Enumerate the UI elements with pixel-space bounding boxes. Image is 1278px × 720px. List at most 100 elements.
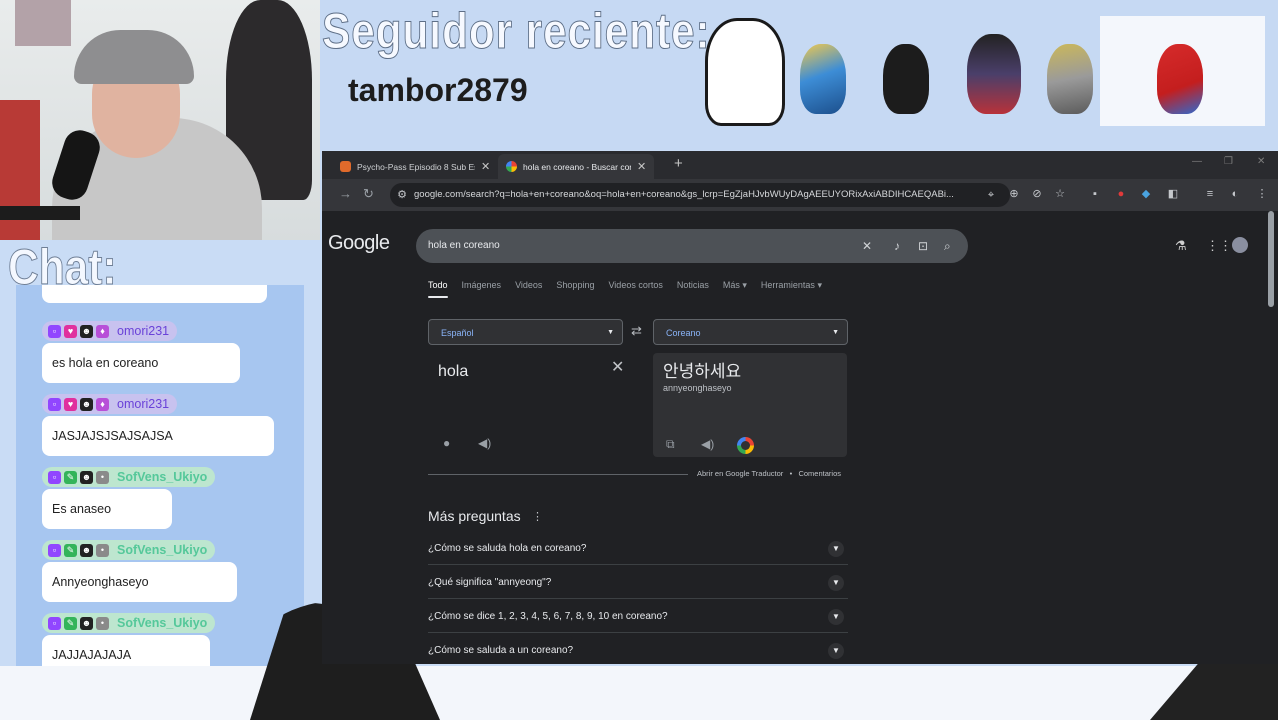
chevron-down-icon[interactable]: ▼ [828, 643, 844, 659]
tab-google-search[interactable]: hola en coreano - Buscar con ✕ [498, 154, 655, 179]
heart-badge-icon: ♥ [64, 397, 77, 411]
chat-message-header: ▫ ✎ ☻ • SofVens_Ukiyo [42, 540, 216, 560]
swap-languages-icon[interactable]: ⇄ [631, 323, 642, 339]
paa-question-text: ¿Cómo se saluda a un coreano? [428, 645, 574, 656]
tab-imagenes[interactable]: Imágenes [462, 280, 502, 298]
face-badge-icon: ☻ [80, 543, 93, 557]
tab-noticias[interactable]: Noticias [677, 280, 709, 298]
search-box[interactable]: hola en coreano ✕ ♪ ⊡ ⌕ [416, 229, 968, 263]
translate-source-text[interactable]: hola [438, 363, 468, 381]
search-icon[interactable]: ⌕ [944, 239, 951, 253]
new-tab-button[interactable]: + [674, 155, 683, 172]
chat-username: omori231 [117, 324, 170, 338]
page-scrollbar[interactable] [1268, 211, 1274, 307]
face-badge-icon: ☻ [80, 470, 93, 484]
bookmark-star-icon[interactable]: ☆ [1054, 188, 1066, 200]
extension-blue-icon[interactable]: ◆ [1140, 188, 1152, 200]
chevron-down-icon[interactable]: ▼ [828, 609, 844, 625]
chat-username: SofVens_Ukiyo [117, 470, 208, 484]
chevron-down-icon[interactable]: ▼ [828, 575, 844, 591]
chat-title: Chat: [8, 239, 117, 296]
paa-question[interactable]: ¿Cómo se saluda hola en coreano? ▼ [428, 531, 848, 565]
pencil-badge-icon: ✎ [64, 616, 77, 630]
tab-label: Psycho-Pass Episodio 8 Sub Esp [357, 161, 475, 172]
mic-arm [0, 206, 80, 220]
chat-message: ▫ ✎ ☻ • SofVens_Ukiyo Es anaseo [42, 467, 216, 529]
forward-icon[interactable]: → [339, 186, 352, 201]
extension-red-icon[interactable]: ● [1115, 188, 1127, 200]
account-avatar[interactable] [1232, 237, 1248, 253]
face-badge-icon: ☻ [80, 616, 93, 630]
twitch-badge-icon: ▫ [48, 543, 61, 557]
tab-mas[interactable]: Más ▾ [723, 280, 747, 298]
chevron-down-icon[interactable]: ▼ [828, 541, 844, 557]
chat-username: SofVens_Ukiyo [117, 543, 208, 557]
apps-grid-icon[interactable]: ⋮⋮ [1206, 238, 1232, 254]
dropdown-caret-icon: ▼ [832, 329, 839, 336]
site-info-icon[interactable]: ⚙ [396, 189, 408, 201]
minimize-icon[interactable]: — [1192, 156, 1202, 167]
url-text: google.com/search?q=hola+en+coreano&oq=h… [414, 189, 954, 200]
chat-message-header: ▫ ✎ ☻ • SofVens_Ukiyo [42, 613, 216, 633]
divider [428, 474, 688, 475]
translate-source-area[interactable]: hola ✕ ● ◀) [428, 351, 626, 461]
clear-search-icon[interactable]: ✕ [862, 239, 872, 253]
lens-search-icon[interactable]: ⊡ [918, 239, 928, 253]
voice-search-icon[interactable]: ♪ [894, 239, 900, 253]
target-language-select[interactable]: Coreano ▼ [653, 319, 848, 345]
close-window-icon[interactable]: ✕ [1257, 156, 1265, 167]
paa-question[interactable]: ¿Cómo se saluda a un coreano? ▼ [428, 633, 848, 664]
extension-icon[interactable]: ▪ [1089, 188, 1101, 200]
copy-icon[interactable]: ⧉ [666, 437, 675, 452]
location-icon[interactable]: ⌖ [985, 189, 997, 201]
recent-follower-name: tambor2879 [348, 72, 528, 108]
clear-text-icon[interactable]: ✕ [611, 357, 624, 377]
paa-question[interactable]: ¿Qué significa "annyeong"? ▼ [428, 565, 848, 599]
chat-message-text: JASJAJSJSAJSAJSA [42, 416, 274, 456]
speaker-icon[interactable]: ◀) [478, 436, 491, 450]
feedback-link[interactable]: Comentarios [798, 469, 841, 478]
reading-list-icon[interactable]: ≡ [1204, 188, 1216, 200]
pencil-badge-icon: ✎ [64, 543, 77, 557]
google-g-icon[interactable] [737, 437, 754, 454]
address-bar: → ↻ ⚙ google.com/search?q=hola+en+corean… [322, 179, 1278, 211]
mic-icon[interactable]: ● [443, 436, 450, 450]
chat-username: omori231 [117, 397, 170, 411]
webcam-feed [0, 0, 320, 240]
close-tab-icon[interactable]: ✕ [481, 160, 490, 173]
menu-icon[interactable]: ⋮ [1256, 188, 1268, 200]
hide-icon[interactable]: ⊘ [1031, 188, 1043, 200]
chat-message-text: es hola en coreano [42, 343, 240, 383]
zoom-icon[interactable]: ⊕ [1008, 188, 1020, 200]
extensions-puzzle-icon[interactable]: ◧ [1167, 188, 1179, 200]
more-options-icon[interactable]: ⋮ [532, 510, 543, 523]
speaker-icon[interactable]: ◀) [701, 437, 714, 451]
tab-herramientas[interactable]: Herramientas ▾ [761, 280, 822, 298]
chat-message-text: Es anaseo [42, 489, 172, 529]
tab-todo[interactable]: Todo [428, 280, 448, 298]
tab-psycho-pass[interactable]: Psycho-Pass Episodio 8 Sub Esp ✕ [332, 154, 498, 179]
search-tabs: Todo Imágenes Videos Shopping Videos cor… [428, 280, 822, 298]
tab-videos[interactable]: Videos [515, 280, 542, 298]
chat-message-header: ▫ ✎ ☻ • SofVens_Ukiyo [42, 467, 216, 487]
labs-icon[interactable]: ⚗ [1175, 238, 1187, 254]
reload-icon[interactable]: ↻ [363, 186, 374, 202]
tab-shopping[interactable]: Shopping [556, 280, 594, 298]
bunny-badge-icon: • [96, 470, 109, 484]
character-sticker [705, 18, 785, 126]
profile-icon[interactable]: ◐ [1229, 188, 1241, 200]
blue-parrot-sticker [800, 44, 846, 114]
search-input[interactable]: hola en coreano [428, 240, 500, 251]
twitch-badge-icon: ▫ [48, 470, 61, 484]
open-in-translate-link[interactable]: Abrir en Google Traductor [697, 469, 783, 478]
source-language-select[interactable]: Español ▼ [428, 319, 623, 345]
maximize-icon[interactable]: ❐ [1224, 156, 1233, 167]
paa-question-text: ¿Cómo se saluda hola en coreano? [428, 543, 587, 554]
omnibox[interactable]: ⚙ google.com/search?q=hola+en+coreano&oq… [390, 183, 1010, 207]
paa-question[interactable]: ¿Cómo se dice 1, 2, 3, 4, 5, 6, 7, 8, 9,… [428, 599, 848, 633]
close-tab-icon[interactable]: ✕ [637, 160, 646, 173]
translate-result-area: 안녕하세요 annyeonghaseyo ⧉ ◀) [653, 353, 847, 457]
google-logo[interactable]: Google [328, 232, 390, 255]
tab-bar: Psycho-Pass Episodio 8 Sub Esp ✕ hola en… [322, 151, 1278, 179]
tab-videos-cortos[interactable]: Videos cortos [608, 280, 662, 298]
